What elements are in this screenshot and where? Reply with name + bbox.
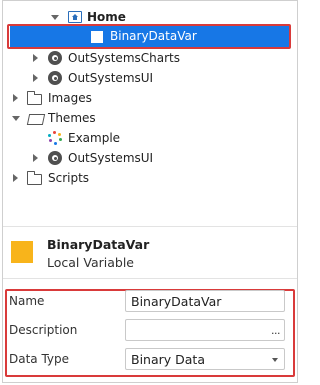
section-divider (3, 278, 297, 279)
tree-item-label: Home (87, 10, 126, 24)
properties-panel: Home BinaryDataVar OutSystemsCharts OutS… (2, 0, 298, 383)
theme-icon (48, 131, 62, 145)
description-field[interactable]: ... (125, 319, 285, 341)
tree-item-example[interactable]: Example (3, 128, 297, 148)
property-label: Description (9, 323, 78, 337)
tree-item-label: Scripts (48, 171, 90, 185)
expand-caret-icon[interactable] (33, 154, 38, 162)
tree-item-label: OutSystemsUI (68, 151, 154, 165)
folder-icon (26, 91, 42, 105)
tree-item-label: Images (48, 91, 92, 105)
folder-open-icon (26, 114, 46, 125)
tree-item-label: Example (68, 131, 121, 145)
tree-item-outsystemscharts[interactable]: OutSystemsCharts (3, 48, 297, 68)
tree-item-outsystemsui[interactable]: OutSystemsUI (3, 68, 297, 88)
tree-item-outsystemsui-theme[interactable]: OutSystemsUI (3, 148, 297, 168)
element-tree: Home BinaryDataVar OutSystemsCharts OutS… (3, 1, 297, 196)
screen-icon (68, 11, 82, 23)
property-name: Name BinaryDataVar (9, 289, 291, 313)
tree-item-label: Themes (48, 111, 96, 125)
element-name: BinaryDataVar (47, 237, 150, 252)
tree-item-images[interactable]: Images (3, 88, 297, 108)
expand-caret-icon[interactable] (51, 15, 59, 20)
property-description: Description ... (9, 318, 291, 342)
name-value: BinaryDataVar (131, 293, 222, 309)
module-icon (48, 51, 62, 65)
expand-caret-icon[interactable] (12, 116, 20, 121)
tree-item-scripts[interactable]: Scripts (3, 168, 297, 188)
tree-item-themes[interactable]: Themes (3, 108, 297, 128)
element-type: Local Variable (47, 255, 134, 270)
expand-caret-icon[interactable] (33, 54, 38, 62)
expand-caret-icon[interactable] (13, 94, 18, 102)
tree-item-label: OutSystemsCharts (68, 51, 180, 65)
property-label: Name (9, 294, 45, 308)
folder-icon (26, 171, 42, 185)
selection-highlight (7, 24, 291, 49)
expand-caret-icon[interactable] (33, 74, 38, 82)
property-data-type: Data Type Binary Data (9, 347, 291, 371)
data-type-select[interactable]: Binary Data (125, 348, 285, 370)
data-type-value: Binary Data (131, 351, 205, 367)
name-field[interactable]: BinaryDataVar (125, 290, 285, 312)
module-icon (48, 151, 62, 165)
property-label: Data Type (9, 352, 70, 366)
expand-caret-icon[interactable] (13, 174, 18, 182)
description-edit-button[interactable]: ... (271, 324, 281, 337)
selected-element-header: BinaryDataVar Local Variable (3, 227, 297, 271)
module-icon (48, 71, 62, 85)
tree-item-label: OutSystemsUI (68, 71, 154, 85)
local-variable-icon (11, 241, 33, 263)
chevron-down-icon (272, 358, 278, 362)
